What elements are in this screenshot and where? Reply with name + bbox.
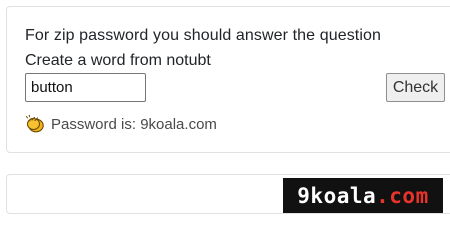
password-text: Password is: 9koala.com bbox=[51, 115, 217, 133]
check-button[interactable]: Check bbox=[386, 73, 445, 102]
password-line: Password is: 9koala.com bbox=[25, 114, 217, 134]
answer-input[interactable] bbox=[25, 73, 146, 102]
watermark-text: 9koala.com bbox=[297, 184, 428, 208]
question-text: For zip password you should answer the q… bbox=[25, 27, 382, 44]
site-watermark-logo: 9koala.com bbox=[283, 178, 443, 213]
quiz-card: For zip password you should answer the q… bbox=[6, 6, 450, 153]
watermark-domain: .com bbox=[376, 183, 429, 208]
watermark-name: 9koala bbox=[297, 183, 377, 208]
prompt-text: Create a word from notubt bbox=[25, 52, 211, 69]
clapping-hands-icon bbox=[25, 114, 45, 134]
